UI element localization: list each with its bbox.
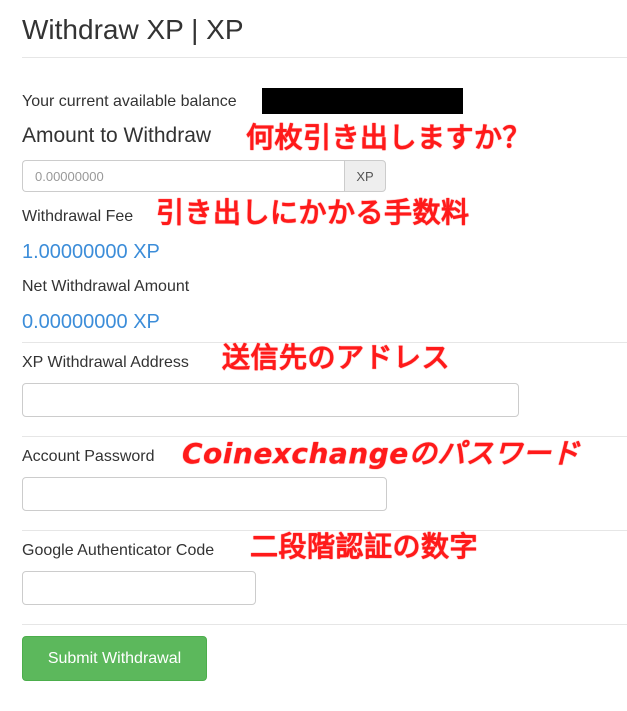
authenticator-annotation: 二段階認証の数字 [250, 530, 479, 563]
password-annotation: Coinexchangeのパスワード [182, 437, 580, 470]
amount-label: Amount to Withdraw [22, 124, 212, 147]
password-label: Account Password [22, 448, 155, 465]
amount-annotation: 何枚引き出しますか？ [246, 121, 532, 154]
address-input[interactable] [22, 383, 519, 417]
balance-redaction [262, 88, 463, 114]
page-title: Withdraw XP | XP [22, 14, 244, 45]
submit-withdrawal-button[interactable]: Submit Withdrawal [22, 636, 207, 681]
authenticator-label: Google Authenticator Code [22, 542, 215, 559]
address-label: XP Withdrawal Address [22, 354, 189, 371]
authenticator-input[interactable] [22, 571, 256, 605]
address-annotation: 送信先のアドレス [222, 341, 451, 374]
password-input[interactable] [22, 477, 387, 511]
fee-annotation: 引き出しにかかる手数料 [156, 196, 470, 229]
net-amount-value: 0.00000000 XP [22, 311, 160, 333]
fee-label: Withdrawal Fee [22, 208, 134, 225]
title-divider [22, 57, 627, 58]
amount-input-group: XP [22, 160, 386, 192]
fee-value: 1.00000000 XP [22, 241, 160, 263]
divider [22, 624, 627, 625]
amount-unit-addon: XP [344, 160, 386, 192]
amount-input[interactable] [22, 160, 344, 192]
balance-label: Your current available balance [22, 93, 237, 110]
net-amount-label: Net Withdrawal Amount [22, 278, 190, 295]
